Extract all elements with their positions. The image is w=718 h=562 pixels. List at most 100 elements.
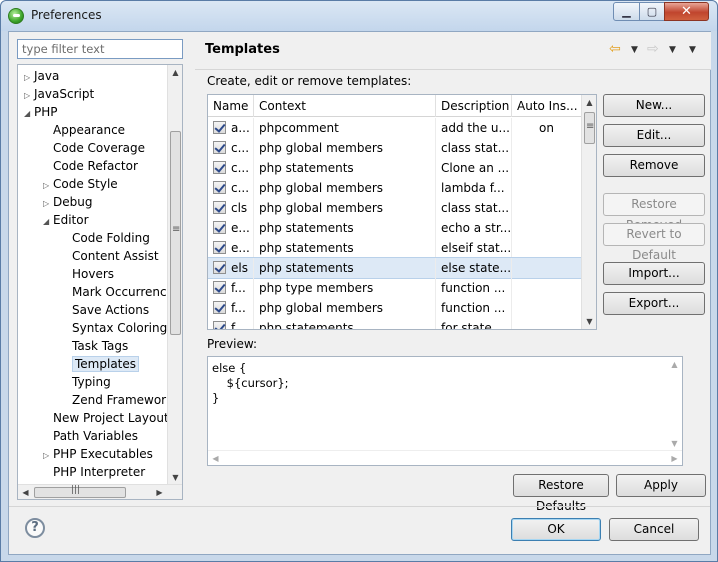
- table-row[interactable]: f... php type members function ...: [208, 278, 582, 298]
- column-header-description[interactable]: Description: [436, 95, 512, 117]
- scroll-left-icon[interactable]: ◀: [208, 451, 223, 465]
- export-button[interactable]: Export...: [603, 292, 705, 315]
- tree-item[interactable]: New Project Layout: [43, 409, 169, 427]
- tree-vertical-scrollbar[interactable]: ▲ ≡ ▼: [167, 65, 182, 485]
- row-context-cell: php statements: [254, 158, 436, 178]
- view-menu-icon[interactable]: ▼: [689, 45, 696, 55]
- tree-item[interactable]: PHP Interpreter: [43, 463, 145, 481]
- remove-template-button[interactable]: Remove: [603, 154, 705, 177]
- tree-item[interactable]: Code Folding: [62, 229, 150, 247]
- tree-item[interactable]: Syntax Coloring: [62, 319, 167, 337]
- tree-item[interactable]: Code Refactor: [43, 157, 138, 175]
- back-arrow-icon[interactable]: ⇦: [609, 41, 621, 57]
- import-button[interactable]: Import...: [603, 262, 705, 285]
- table-row[interactable]: c... php statements Clone an ...: [208, 158, 582, 178]
- table-row[interactable]: c... php global members class stat...: [208, 138, 582, 158]
- tree-item[interactable]: Mark Occurrences: [62, 283, 180, 301]
- scroll-up-icon[interactable]: ▲: [168, 65, 182, 80]
- help-icon[interactable]: ?: [25, 518, 45, 538]
- tree-item[interactable]: Save Actions: [62, 301, 149, 319]
- apply-button[interactable]: Apply: [616, 474, 706, 497]
- filter-input[interactable]: [17, 39, 183, 59]
- enabled-checkbox[interactable]: [213, 161, 226, 174]
- row-auto-cell: [512, 178, 582, 198]
- row-description-cell: lambda f...: [436, 178, 512, 198]
- tree-vscroll-thumb[interactable]: ≡: [170, 131, 181, 335]
- minimize-button[interactable]: ▁: [613, 2, 640, 21]
- tree-horizontal-scrollbar[interactable]: ◀ ||| ▶: [18, 484, 182, 499]
- table-row[interactable]: c... php global members lambda f...: [208, 178, 582, 198]
- tree-item[interactable]: ▷ Debug: [43, 193, 92, 211]
- scroll-down-icon[interactable]: ▼: [582, 314, 596, 329]
- tree-item[interactable]: Content Assist: [62, 247, 159, 265]
- tree-item[interactable]: Zend Framework: [62, 391, 173, 409]
- restore-defaults-button[interactable]: Restore Defaults: [513, 474, 609, 513]
- template-name: f...: [231, 281, 246, 295]
- tree-item[interactable]: ▷ PHP Executables: [43, 445, 153, 463]
- tree-item[interactable]: Hovers: [62, 265, 114, 283]
- template-preview[interactable]: else { ${cursor}; } ▲ ▼ ◀ ▶: [207, 356, 683, 466]
- tree-item[interactable]: ▷ Code Style: [43, 175, 118, 193]
- table-row[interactable]: e... php statements elseif stat...: [208, 238, 582, 258]
- tree-item[interactable]: ◢ PHP: [24, 103, 58, 121]
- back-dropdown-icon[interactable]: ▼: [631, 45, 638, 55]
- ok-button[interactable]: OK: [511, 518, 601, 541]
- scroll-down-icon[interactable]: ▼: [168, 470, 182, 485]
- revert-to-default-button[interactable]: Revert to Default: [603, 223, 705, 262]
- table-row[interactable]: cls php global members class stat...: [208, 198, 582, 218]
- tree-hscroll-thumb[interactable]: |||: [34, 485, 126, 498]
- edit-template-button[interactable]: Edit...: [603, 124, 705, 147]
- cancel-button[interactable]: Cancel: [609, 518, 699, 541]
- preferences-window: Preferences ▁ ▢ ✕ ▷Java▷JavaScript◢PHPAp…: [0, 0, 718, 562]
- table-row[interactable]: f... php global members function ...: [208, 298, 582, 318]
- enabled-checkbox[interactable]: [213, 201, 226, 214]
- enabled-checkbox[interactable]: [213, 181, 226, 194]
- tree-item[interactable]: ▷ JavaScript: [24, 85, 94, 103]
- table-vertical-scrollbar[interactable]: ▲ ≡ ▼: [581, 95, 596, 329]
- scroll-right-icon[interactable]: ▶: [667, 451, 682, 465]
- row-auto-cell: [512, 218, 582, 238]
- column-header-auto-insert[interactable]: Auto Ins...: [512, 95, 582, 117]
- enabled-checkbox[interactable]: [213, 261, 226, 274]
- tree-item-label: Zend Framework: [72, 393, 174, 407]
- forward-arrow-icon[interactable]: ⇨: [647, 41, 659, 57]
- restore-removed-button[interactable]: Restore Removed: [603, 193, 705, 232]
- title-bar[interactable]: Preferences ▁ ▢ ✕: [1, 1, 717, 31]
- enabled-checkbox[interactable]: [213, 241, 226, 254]
- enabled-checkbox[interactable]: [213, 321, 226, 329]
- scroll-up-icon[interactable]: ▲: [582, 95, 596, 110]
- table-vscroll-thumb[interactable]: ≡: [584, 112, 595, 144]
- column-header-context[interactable]: Context: [254, 95, 436, 117]
- tree-item[interactable]: Appearance: [43, 121, 125, 139]
- scroll-right-icon[interactable]: ▶: [152, 485, 167, 499]
- tree-item[interactable]: Task Tags: [62, 337, 128, 355]
- preview-horizontal-scrollbar[interactable]: ◀ ▶: [208, 450, 682, 465]
- enabled-checkbox[interactable]: [213, 221, 226, 234]
- column-header-name[interactable]: Name: [208, 95, 254, 117]
- table-row[interactable]: els php statements else state...: [208, 257, 583, 279]
- tree-item[interactable]: Typing: [62, 373, 111, 391]
- tree-item[interactable]: Code Coverage: [43, 139, 145, 157]
- scroll-left-icon[interactable]: ◀: [18, 485, 33, 499]
- tree-item[interactable]: Path Variables: [43, 427, 138, 445]
- collapse-arrow-icon[interactable]: ◢: [43, 213, 53, 231]
- enabled-checkbox[interactable]: [213, 121, 226, 134]
- maximize-button[interactable]: ▢: [639, 2, 665, 21]
- close-button[interactable]: ✕: [664, 2, 709, 21]
- scroll-down-icon[interactable]: ▼: [667, 436, 682, 451]
- table-row[interactable]: a... phpcomment add the u... on: [208, 118, 582, 138]
- table-row[interactable]: f... php statements for state...: [208, 318, 582, 329]
- enabled-checkbox[interactable]: [213, 301, 226, 314]
- table-row[interactable]: e... php statements echo a str...: [208, 218, 582, 238]
- tree-item[interactable]: Templates: [62, 355, 140, 373]
- enabled-checkbox[interactable]: [213, 141, 226, 154]
- preview-vertical-scrollbar[interactable]: ▲ ▼: [667, 357, 682, 451]
- collapse-arrow-icon[interactable]: ◢: [24, 105, 34, 123]
- tree-item[interactable]: ▷ Java: [24, 67, 59, 85]
- row-description-cell: Clone an ...: [436, 158, 512, 178]
- forward-dropdown-icon[interactable]: ▼: [669, 45, 676, 55]
- new-template-button[interactable]: New...: [603, 94, 705, 117]
- scroll-up-icon[interactable]: ▲: [667, 357, 682, 372]
- tree-item[interactable]: ◢ Editor: [43, 211, 89, 229]
- enabled-checkbox[interactable]: [213, 281, 226, 294]
